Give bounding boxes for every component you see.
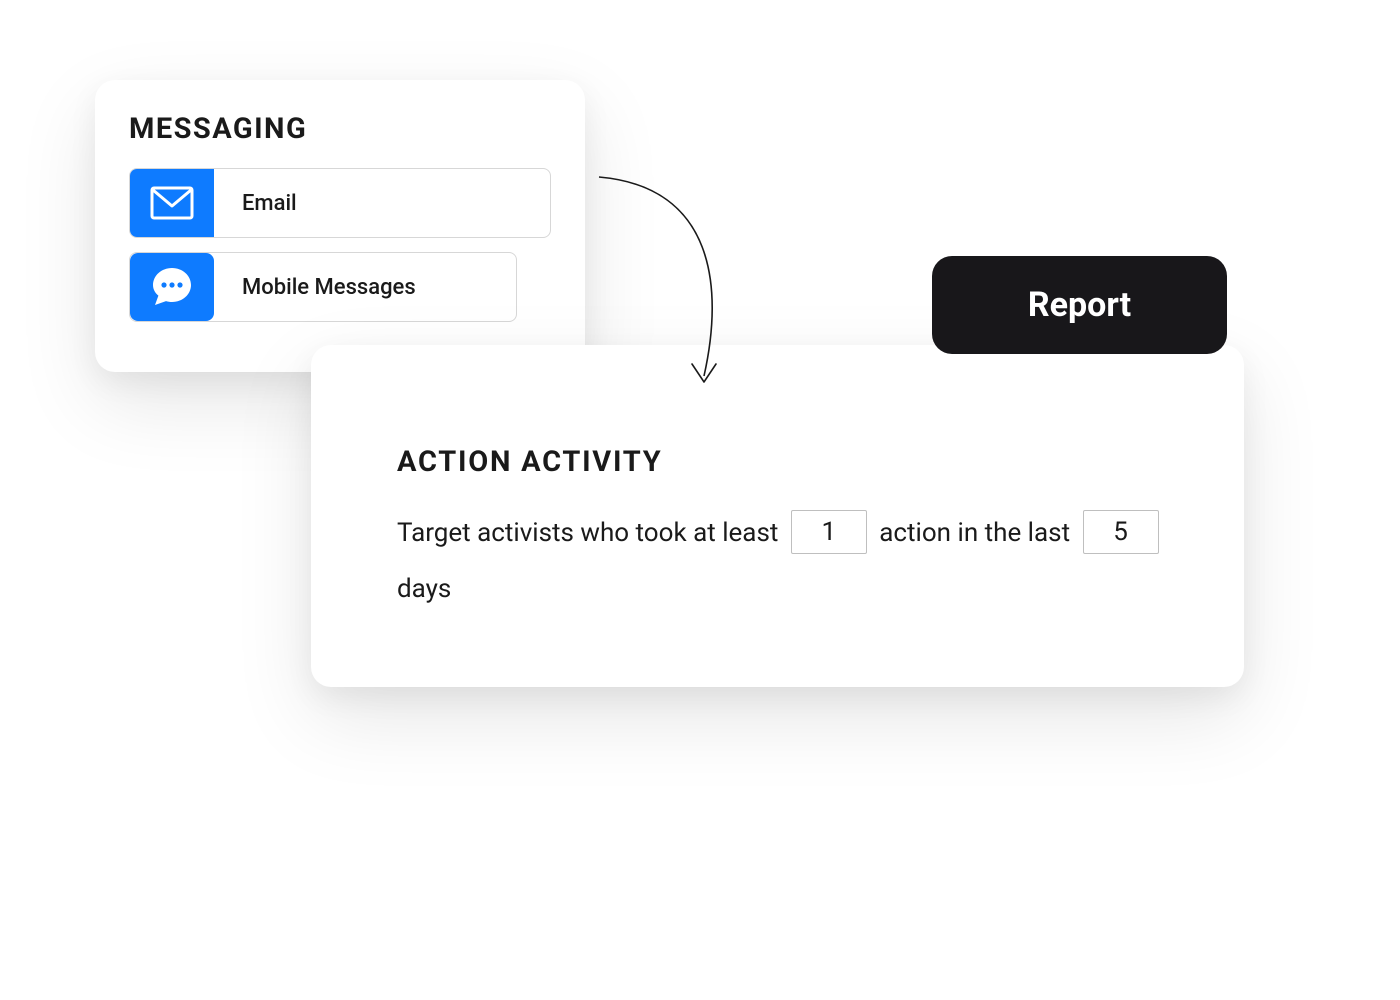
report-button[interactable]: Report <box>932 256 1227 354</box>
activity-text-3: days <box>397 574 451 604</box>
email-icon <box>130 169 214 237</box>
messaging-title: MESSAGING <box>129 112 551 146</box>
days-count-input[interactable] <box>1083 510 1159 554</box>
mobile-option-label: Mobile Messages <box>214 275 416 300</box>
activity-card: ACTION ACTIVITY Target activists who too… <box>311 345 1244 687</box>
messaging-option-email[interactable]: Email <box>129 168 551 238</box>
messaging-card: MESSAGING Email Mobile Messages <box>95 80 585 372</box>
messaging-option-mobile[interactable]: Mobile Messages <box>129 252 517 322</box>
activity-title: ACTION ACTIVITY <box>397 445 1186 479</box>
chat-icon <box>130 253 214 321</box>
email-option-label: Email <box>214 191 297 216</box>
action-count-input[interactable] <box>791 510 867 554</box>
activity-sentence: Target activists who took at least actio… <box>397 505 1186 617</box>
activity-text-2: action in the last <box>873 518 1077 548</box>
canvas: MESSAGING Email Mobile Messages <box>0 0 1400 1000</box>
activity-text-1: Target activists who took at least <box>397 518 785 548</box>
